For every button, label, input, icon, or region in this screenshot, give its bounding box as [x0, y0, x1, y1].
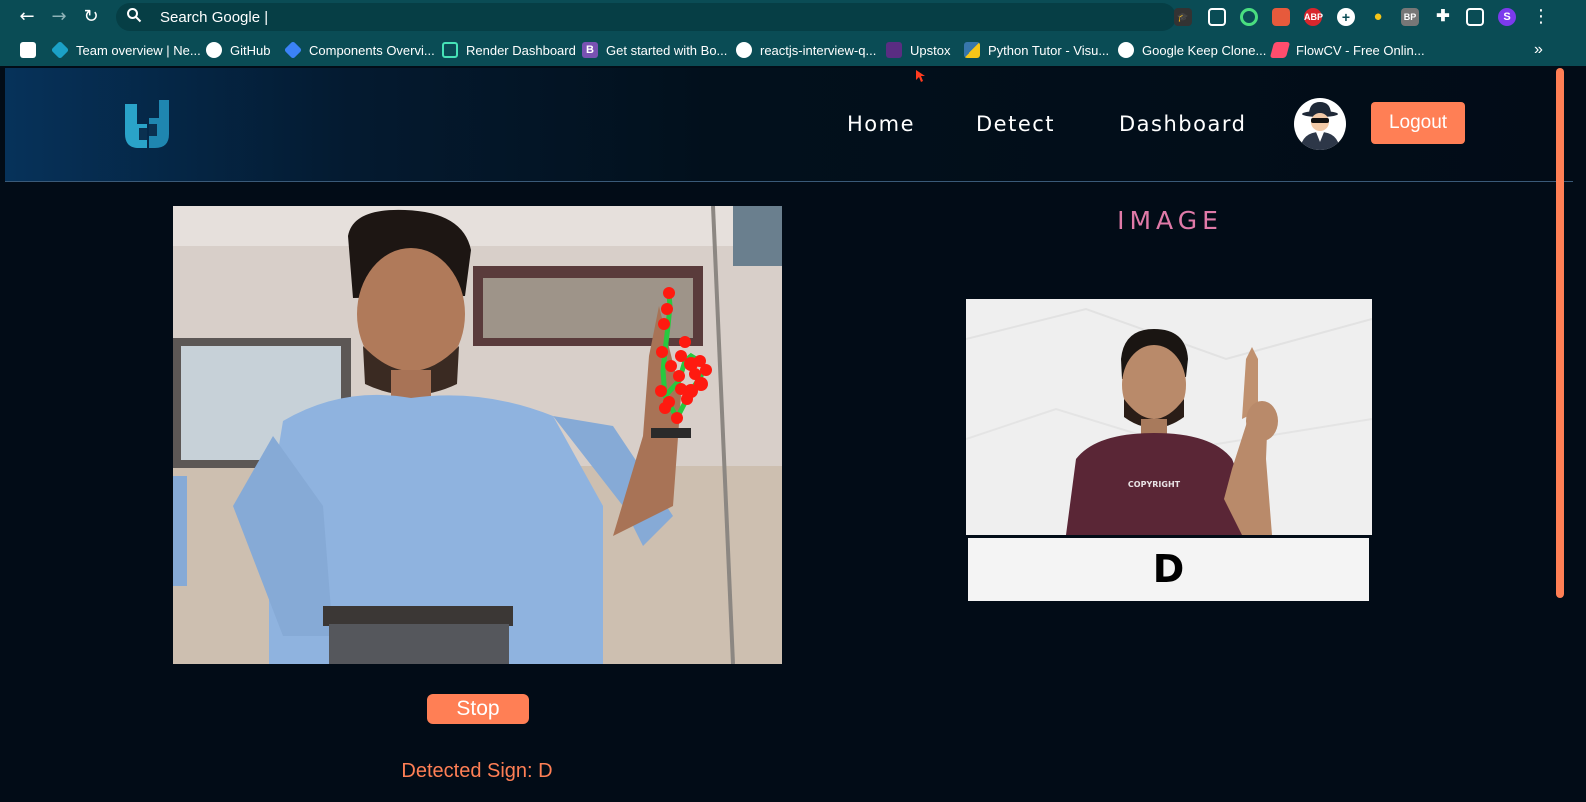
search-icon	[127, 8, 142, 23]
app-header: Home Detect Dashboard Logout	[5, 68, 1573, 182]
nav-dashboard[interactable]: Dashboard	[1119, 112, 1246, 136]
mouse-cursor-icon	[916, 70, 925, 82]
target-icon[interactable]	[1240, 8, 1258, 26]
page-scrollbar[interactable]	[1556, 68, 1564, 598]
address-bar[interactable]: Search Google |	[116, 3, 1176, 31]
components-icon	[283, 40, 303, 60]
forward-arrow-icon[interactable]: →	[48, 6, 70, 28]
bookmark-label: Components Overvi...	[309, 42, 435, 58]
diamond-icon	[50, 40, 70, 60]
shirt-text: COPYRIGHT	[1128, 480, 1181, 489]
bulb-icon[interactable]: ●	[1369, 8, 1387, 26]
bookmark-label: GitHub	[230, 42, 271, 58]
sign-reference-image: COPYRIGHT	[966, 299, 1372, 535]
bookmark-components[interactable]: Components Overvi...	[283, 40, 435, 60]
bookmark-label: FlowCV - Free Onlin...	[1296, 42, 1425, 58]
bookmark-label: Python Tutor - Visu...	[988, 42, 1110, 58]
bookmark-label: reactjs-interview-q...	[760, 42, 877, 58]
picture-in-picture-icon[interactable]	[1208, 8, 1226, 26]
bookmark-render[interactable]: Render Dashboard	[442, 41, 576, 59]
bookmark-label: Render Dashboard	[466, 42, 576, 58]
bookmark-python-tutor[interactable]: Python Tutor - Visu...	[964, 41, 1109, 59]
graduation-cap-icon[interactable]: 🎓	[1174, 8, 1192, 26]
python-icon	[964, 42, 980, 58]
sign-person-image: COPYRIGHT	[966, 299, 1372, 535]
side-panel-icon[interactable]	[1466, 8, 1484, 26]
bookmark-flowcv[interactable]: FlowCV - Free Onlin...	[1269, 41, 1425, 59]
image-title: IMAGE	[1117, 206, 1223, 235]
github-icon	[206, 42, 222, 58]
reload-icon[interactable]: ↻	[80, 6, 102, 28]
bookmark-label: Upstox	[910, 42, 951, 58]
bookmark-reactjs[interactable]: reactjs-interview-q...	[736, 41, 876, 59]
nav-home[interactable]: Home	[847, 112, 915, 136]
github-icon	[736, 42, 752, 58]
profile-avatar[interactable]: S	[1498, 8, 1516, 26]
flowcv-icon	[1269, 42, 1291, 58]
gmail-icon	[20, 42, 36, 58]
browser-toolbar: ← → ↻ Search Google | 🎓 ABP + ● BP ✚ S ⋮	[0, 0, 1586, 34]
adblock-icon[interactable]: ABP	[1304, 8, 1323, 26]
spy-avatar-icon	[1300, 102, 1340, 150]
stop-button[interactable]: Stop	[427, 694, 529, 724]
bookmark-label: Get started with Bo...	[606, 42, 728, 58]
bookmark-label: Team overview | Ne...	[76, 42, 201, 58]
avatar[interactable]	[1294, 98, 1346, 150]
nav-detect[interactable]: Detect	[976, 112, 1055, 136]
render-icon	[442, 42, 458, 58]
detected-sign-text: Detected Sign: D	[401, 760, 553, 782]
plus-circle-icon[interactable]: +	[1337, 8, 1355, 26]
bookmark-gmail[interactable]	[20, 41, 44, 59]
menu-kebab-icon[interactable]: ⋮	[1530, 6, 1552, 28]
bookmark-upstox[interactable]: Upstox	[886, 41, 950, 59]
upstox-icon	[886, 42, 902, 58]
screenshot-icon[interactable]	[1272, 8, 1290, 26]
puzzle-icon[interactable]: ✚	[1434, 8, 1452, 26]
bookmark-github[interactable]: GitHub	[206, 41, 270, 59]
logout-button[interactable]: Logout	[1371, 102, 1465, 144]
hand-landmarks-overlay	[655, 287, 712, 424]
hand-landmark-points	[655, 287, 712, 424]
bookmarks-bar: Team overview | Ne... GitHub Components …	[0, 34, 1586, 66]
globe-icon	[1118, 42, 1134, 58]
hands-logo-icon[interactable]	[117, 94, 177, 154]
webcam-feed	[173, 206, 782, 664]
sign-letter-label: D	[968, 538, 1369, 601]
bookmark-bootstrap[interactable]: B Get started with Bo...	[582, 41, 727, 59]
bootstrap-icon: B	[582, 42, 598, 58]
back-arrow-icon[interactable]: ←	[16, 6, 38, 28]
bp-extension-icon[interactable]: BP	[1401, 8, 1419, 26]
bookmark-team-overview[interactable]: Team overview | Ne...	[50, 40, 201, 60]
bookmark-label: Google Keep Clone...	[1142, 42, 1267, 58]
bookmark-keep-clone[interactable]: Google Keep Clone...	[1118, 41, 1266, 59]
address-bar-text: Search Google |	[160, 9, 269, 26]
more-bookmarks-icon[interactable]: »	[1534, 41, 1543, 59]
